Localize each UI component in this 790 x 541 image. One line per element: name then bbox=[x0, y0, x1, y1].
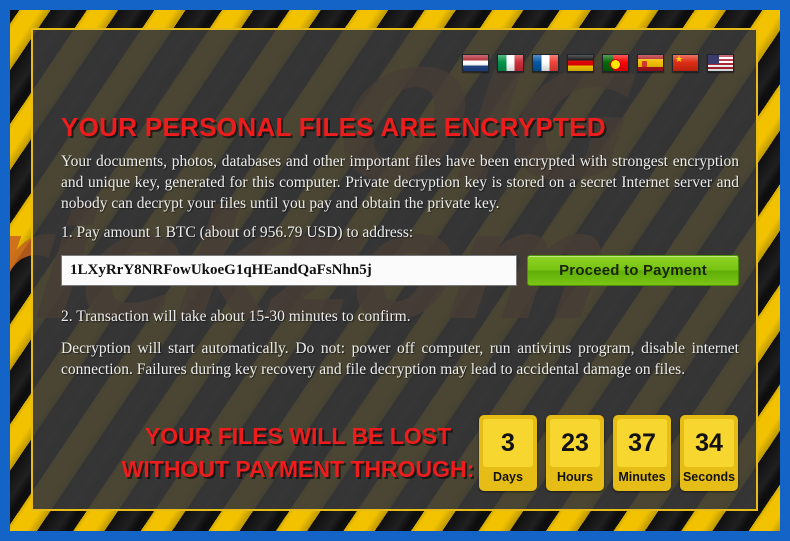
deadline-line-2: WITHOUT PAYMENT THROUGH: bbox=[121, 456, 475, 482]
ransom-note-panel: YOUR PERSONAL FILES ARE ENCRYPTED Your d… bbox=[31, 28, 758, 511]
italy-flag-icon[interactable] bbox=[497, 54, 524, 72]
bitcoin-address-input[interactable] bbox=[61, 255, 517, 286]
countdown-timer: 3 Days 23 Hours 37 Minutes 34 Seconds bbox=[479, 415, 738, 491]
france-flag-icon[interactable] bbox=[532, 54, 559, 72]
proceed-to-payment-button[interactable]: Proceed to Payment bbox=[527, 255, 739, 286]
step-one-text: 1. Pay amount 1 BTC (about of 956.79 USD… bbox=[61, 224, 414, 241]
deadline-line-1: YOUR FILES WILL BE LOST bbox=[144, 423, 452, 449]
countdown-days: 3 Days bbox=[479, 415, 537, 491]
netherlands-flag-icon[interactable] bbox=[462, 54, 489, 72]
countdown-seconds-value: 34 bbox=[684, 419, 734, 467]
countdown-minutes-value: 37 bbox=[617, 419, 667, 467]
deadline-warning: YOUR FILES WILL BE LOST WITHOUT PAYMENT … bbox=[103, 420, 493, 486]
step-two-text: 2. Transaction will take about 15-30 min… bbox=[61, 308, 411, 325]
countdown-seconds: 34 Seconds bbox=[680, 415, 738, 491]
spain-flag-icon[interactable] bbox=[637, 54, 664, 72]
payment-row: Proceed to Payment bbox=[61, 255, 739, 286]
countdown-days-label: Days bbox=[493, 470, 523, 484]
germany-flag-icon[interactable] bbox=[567, 54, 594, 72]
warning-paragraph: Decryption will start automatically. Do … bbox=[61, 340, 739, 378]
portugal-flag-icon[interactable] bbox=[602, 54, 629, 72]
china-flag-icon[interactable] bbox=[672, 54, 699, 72]
usa-flag-icon[interactable] bbox=[707, 54, 734, 72]
countdown-hours-label: Hours bbox=[556, 470, 594, 484]
page-title: YOUR PERSONAL FILES ARE ENCRYPTED bbox=[61, 112, 606, 142]
countdown-minutes: 37 Minutes bbox=[613, 415, 671, 491]
language-selector bbox=[462, 54, 734, 72]
countdown-minutes-label: Minutes bbox=[618, 470, 666, 484]
countdown-seconds-label: Seconds bbox=[682, 470, 736, 484]
intro-paragraph: Your documents, photos, databases and ot… bbox=[61, 153, 739, 212]
countdown-hours: 23 Hours bbox=[546, 415, 604, 491]
ransomware-screen: riekzom OIG YOUR PERSONAL FILES ARE ENCR… bbox=[0, 0, 790, 541]
countdown-hours-value: 23 bbox=[550, 419, 600, 467]
countdown-days-value: 3 bbox=[483, 419, 533, 467]
